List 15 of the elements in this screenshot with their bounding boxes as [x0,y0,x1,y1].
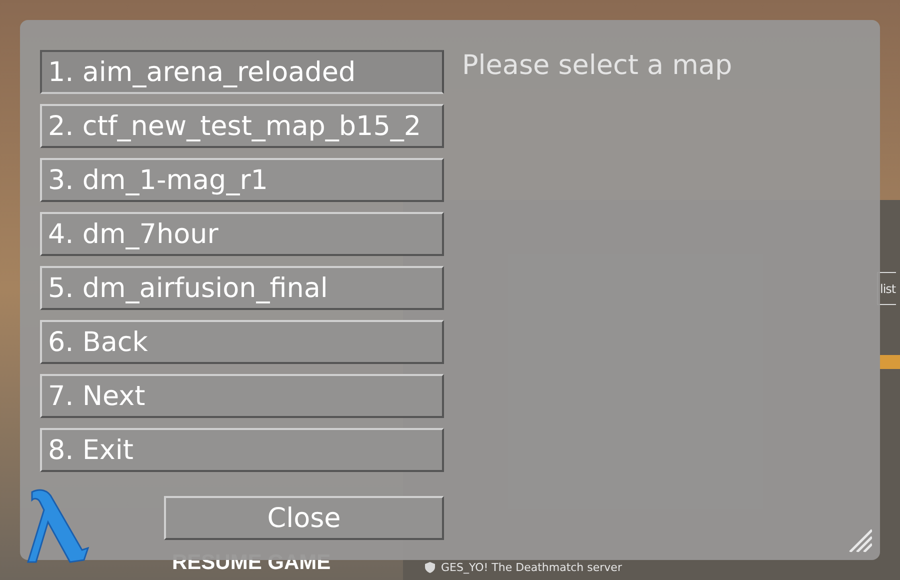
map-option[interactable]: 6. Back [40,320,444,364]
server-name: GES_YO! The Deathmatch server [441,562,622,573]
resize-grip-icon [848,528,872,552]
resume-game-item[interactable]: RESUME GAME [172,552,331,573]
map-option[interactable]: 5. dm_airfusion_final [40,266,444,310]
map-option[interactable]: 3. dm_1-mag_r1 [40,158,444,202]
map-option[interactable]: 8. Exit [40,428,444,472]
map-option[interactable]: 1. aim_arena_reloaded [40,50,444,94]
close-button[interactable]: Close [164,496,444,540]
map-option[interactable]: 2. ctf_new_test_map_b15_2 [40,104,444,148]
highlight-strip [880,355,900,369]
map-option[interactable]: 7. Next [40,374,444,418]
map-option[interactable]: 4. dm_7hour [40,212,444,256]
dialog-title: Please select a map [462,52,732,83]
shield-icon [425,562,435,573]
